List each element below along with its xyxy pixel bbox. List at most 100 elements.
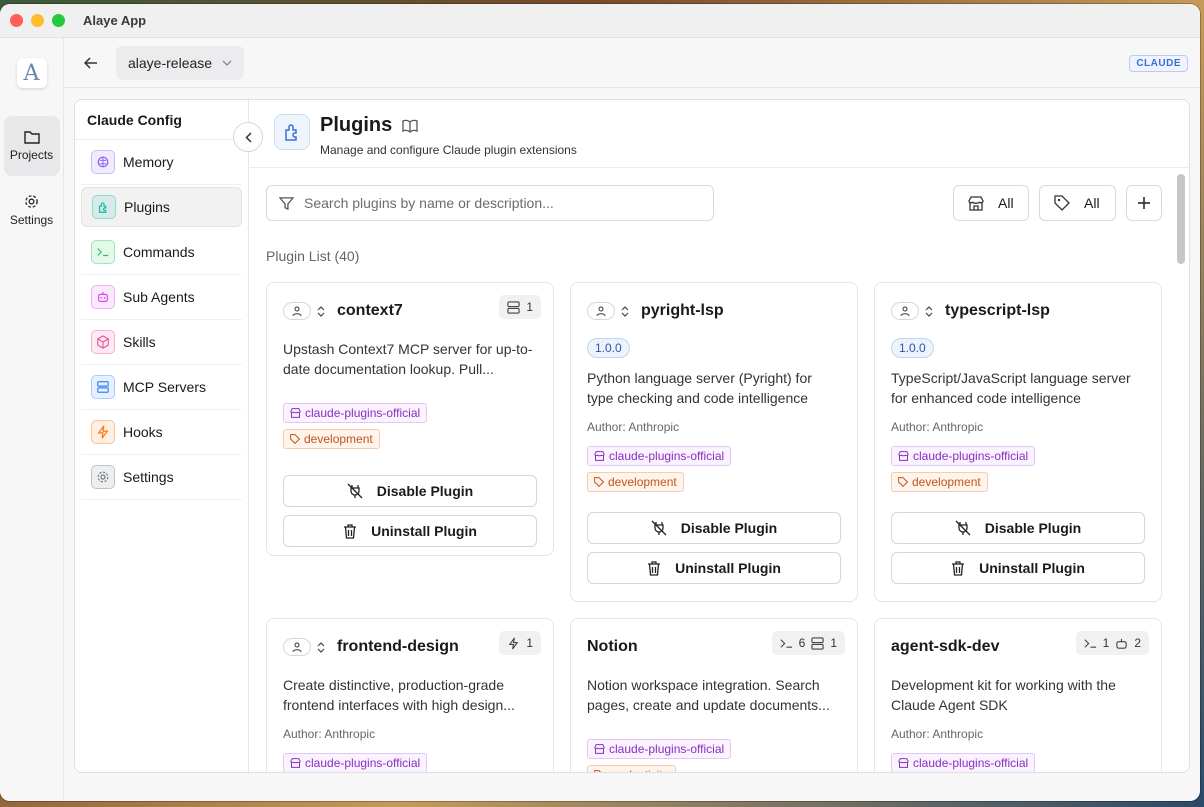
plugin-name: frontend-design bbox=[337, 638, 459, 655]
marketplace-tag: claude-plugins-official bbox=[283, 753, 428, 772]
uninstall-plugin-button[interactable]: Uninstall Plugin bbox=[891, 552, 1145, 584]
server-icon bbox=[811, 636, 824, 650]
chevron-up-down-icon[interactable] bbox=[317, 305, 325, 317]
plugin-counts: 12 bbox=[1075, 631, 1149, 655]
bot-icon bbox=[1116, 638, 1128, 649]
minimize-window-button[interactable] bbox=[31, 14, 44, 27]
store-icon bbox=[968, 195, 984, 211]
category-filter-value: All bbox=[1084, 195, 1100, 211]
tag-label: claude-plugins-official bbox=[305, 756, 421, 770]
plugin-description: Development kit for working with the Cla… bbox=[891, 677, 1116, 713]
button-label: Disable Plugin bbox=[984, 520, 1082, 536]
tag-label: development bbox=[304, 432, 373, 446]
rail-item-projects[interactable]: Projects bbox=[3, 116, 60, 176]
scope-user-icon[interactable] bbox=[283, 302, 311, 320]
disable-plugin-button[interactable]: Disable Plugin bbox=[587, 512, 841, 544]
chevron-up-down-icon[interactable] bbox=[317, 641, 325, 653]
count-value: 2 bbox=[1134, 636, 1141, 650]
plugin-author: Author: Anthropic bbox=[587, 420, 841, 434]
sidebar-item-sub-agents[interactable]: Sub Agents bbox=[81, 275, 242, 320]
back-button[interactable] bbox=[80, 52, 102, 74]
scope-user-icon[interactable] bbox=[283, 638, 311, 656]
uninstall-plugin-button[interactable]: Uninstall Plugin bbox=[587, 552, 841, 584]
tag-label: development bbox=[912, 475, 981, 489]
project-select[interactable]: alaye-release bbox=[116, 45, 245, 80]
project-select-value: alaye-release bbox=[128, 54, 213, 71]
marketplace-tag: claude-plugins-official bbox=[587, 739, 732, 759]
uninstall-plugin-button[interactable]: Uninstall Plugin bbox=[283, 515, 537, 547]
tag-icon bbox=[1054, 195, 1070, 211]
puzzle-icon bbox=[92, 195, 116, 219]
chevron-up-down-icon[interactable] bbox=[621, 305, 629, 317]
sidebar-item-label: Sub Agents bbox=[123, 289, 195, 305]
plugin-card: typescript-lsp 1.0.0 TypeScript/JavaScript… bbox=[874, 282, 1162, 602]
server-icon bbox=[507, 300, 520, 314]
plugin-card: agent-sdk-dev 1 2 Development kit for worki… bbox=[874, 618, 1162, 772]
trash-icon bbox=[344, 523, 357, 539]
chevron-down-icon bbox=[222, 60, 232, 66]
author-name: Anthropic bbox=[628, 420, 680, 434]
tag-label: claude-plugins-official bbox=[913, 756, 1029, 770]
app-window: Alaye App A Projects Settings alaye-rele… bbox=[0, 4, 1200, 801]
page-header: Plugins Manage and configure Claude plug… bbox=[250, 100, 1189, 168]
sidebar-item-memory[interactable]: Memory bbox=[81, 140, 242, 185]
plugin-name: pyright-lsp bbox=[641, 302, 724, 319]
sidebar-item-settings[interactable]: Settings bbox=[81, 455, 242, 500]
sidebar-item-commands[interactable]: Commands bbox=[81, 230, 242, 275]
search-input[interactable] bbox=[304, 195, 684, 211]
sidebar-list: Memory Plugins Commands Sub Agents Skills MCP… bbox=[75, 140, 248, 500]
puzzle-icon bbox=[274, 114, 310, 150]
version-badge: 1.0.0 bbox=[587, 338, 630, 358]
title-bar: Alaye App bbox=[0, 4, 1200, 38]
plugin-author: Author: Anthropic bbox=[891, 727, 1145, 741]
sidebar-item-label: Settings bbox=[123, 469, 174, 485]
author-label: Author: bbox=[587, 420, 626, 434]
plugins-main: Plugins Manage and configure Claude plug… bbox=[250, 100, 1189, 772]
trash-icon bbox=[952, 560, 965, 576]
sidebar-item-label: Memory bbox=[123, 154, 174, 170]
rail-item-settings[interactable]: Settings bbox=[4, 180, 60, 240]
sidebar-item-mcp-servers[interactable]: MCP Servers bbox=[81, 365, 242, 410]
brain-icon bbox=[91, 150, 115, 174]
sidebar-title: Claude Config bbox=[75, 100, 248, 140]
plugin-description: Python language server (Pyright) for typ… bbox=[587, 370, 812, 406]
plugin-description: Notion workspace integration. Search pag… bbox=[587, 677, 830, 713]
tag-label: productivity bbox=[608, 768, 669, 772]
trash-icon bbox=[648, 560, 661, 576]
maximize-window-button[interactable] bbox=[52, 14, 65, 27]
book-open-icon[interactable] bbox=[402, 119, 418, 133]
count-value: 1 bbox=[830, 636, 837, 650]
disable-plugin-button[interactable]: Disable Plugin bbox=[283, 475, 537, 507]
category-filter-button[interactable]: All bbox=[1039, 185, 1116, 221]
sidebar-item-label: Commands bbox=[123, 244, 195, 260]
app-logo: A bbox=[16, 58, 47, 88]
scrollbar-thumb[interactable] bbox=[1177, 174, 1185, 264]
config-sidebar: Claude Config Memory Plugins Commands Sub A… bbox=[75, 100, 249, 772]
sidebar-item-skills[interactable]: Skills bbox=[81, 320, 242, 365]
tag-icon bbox=[290, 434, 300, 444]
close-window-button[interactable] bbox=[10, 14, 23, 27]
window-title: Alaye App bbox=[83, 13, 147, 28]
plug-off-icon bbox=[955, 520, 971, 536]
rail-item-label: Projects bbox=[9, 148, 54, 162]
collapse-sidebar-button[interactable] bbox=[233, 122, 263, 152]
count-value: 6 bbox=[798, 636, 806, 650]
disable-plugin-button[interactable]: Disable Plugin bbox=[891, 512, 1145, 544]
sidebar-item-plugins[interactable]: Plugins bbox=[81, 187, 242, 227]
scope-user-icon[interactable] bbox=[891, 302, 919, 320]
plugin-name: context7 bbox=[337, 302, 403, 319]
add-plugin-button[interactable] bbox=[1126, 185, 1162, 221]
plugin-name: agent-sdk-dev bbox=[891, 638, 1000, 655]
count-value: 1 bbox=[1102, 636, 1110, 650]
author-name: Anthropic bbox=[932, 420, 984, 434]
chevron-up-down-icon[interactable] bbox=[925, 305, 933, 317]
bolt-icon bbox=[91, 420, 115, 444]
tag-icon bbox=[594, 770, 602, 772]
marketplace-tag: claude-plugins-official bbox=[587, 446, 732, 466]
category-tag: productivity bbox=[587, 765, 676, 772]
sidebar-item-hooks[interactable]: Hooks bbox=[81, 410, 242, 455]
filter-icon bbox=[279, 196, 294, 210]
scope-user-icon[interactable] bbox=[587, 302, 615, 320]
marketplace-filter-button[interactable]: All bbox=[953, 185, 1029, 221]
plugin-counts: 1 bbox=[499, 631, 541, 655]
